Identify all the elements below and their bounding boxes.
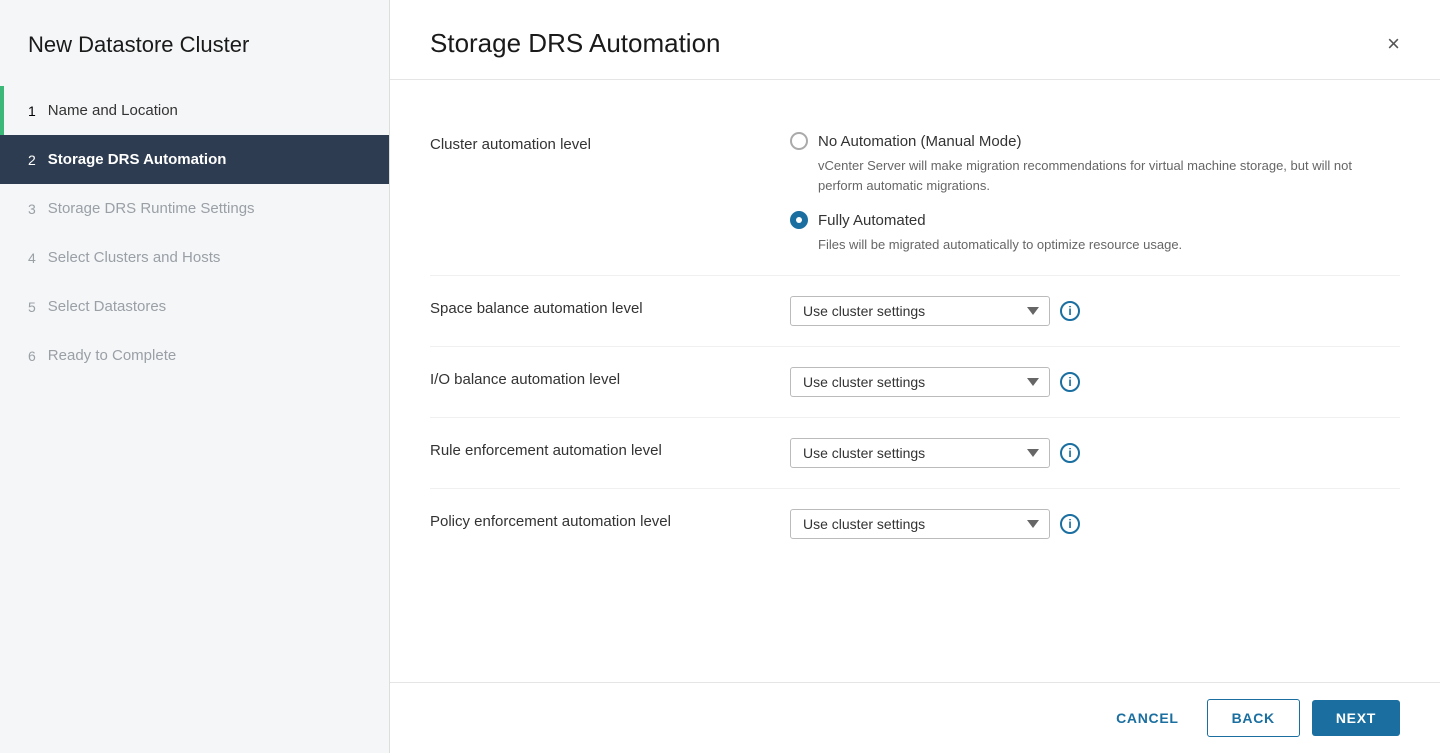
- radio-no-automation-desc: vCenter Server will make migration recom…: [818, 156, 1400, 195]
- rule-enforcement-control: Use cluster settings No Automation (Manu…: [790, 438, 1400, 468]
- rule-enforcement-select[interactable]: Use cluster settings No Automation (Manu…: [790, 438, 1050, 468]
- step-4-label: Select Clusters and Hosts: [48, 249, 221, 266]
- radio-label-row-fully-automated[interactable]: Fully Automated: [790, 211, 1400, 229]
- step-2-number: 2: [28, 152, 36, 168]
- step-5-label: Select Datastores: [48, 298, 166, 315]
- main-body: Cluster automation level No Automation (…: [390, 80, 1440, 682]
- step-active-indicator: [0, 86, 4, 135]
- step-2-label: Storage DRS Automation: [48, 151, 227, 168]
- rule-enforcement-label: Rule enforcement automation level: [430, 438, 790, 459]
- io-balance-select[interactable]: Use cluster settings No Automation (Manu…: [790, 367, 1050, 397]
- dialog: New Datastore Cluster 1 Name and Locatio…: [0, 0, 1440, 753]
- sidebar-title: New Datastore Cluster: [0, 0, 389, 86]
- sidebar-step-4[interactable]: 4 Select Clusters and Hosts: [0, 233, 389, 282]
- main-title: Storage DRS Automation: [430, 28, 721, 59]
- radio-option-no-automation: No Automation (Manual Mode) vCenter Serv…: [790, 132, 1400, 195]
- sidebar-step-2[interactable]: 2 Storage DRS Automation: [0, 135, 389, 184]
- cancel-button[interactable]: CANCEL: [1100, 700, 1195, 736]
- close-button[interactable]: ×: [1387, 33, 1400, 55]
- radio-fully-automated-desc: Files will be migrated automatically to …: [818, 235, 1400, 255]
- policy-enforcement-label: Policy enforcement automation level: [430, 509, 790, 530]
- step-1-label: Name and Location: [48, 102, 178, 119]
- radio-option-fully-automated: Fully Automated Files will be migrated a…: [790, 211, 1400, 255]
- step-5-number: 5: [28, 299, 36, 315]
- radio-fully-automated-label: Fully Automated: [818, 212, 926, 229]
- io-balance-label: I/O balance automation level: [430, 367, 790, 388]
- sidebar-step-1[interactable]: 1 Name and Location: [0, 86, 389, 135]
- cluster-automation-label: Cluster automation level: [430, 132, 790, 153]
- policy-enforcement-info-icon[interactable]: i: [1060, 514, 1080, 534]
- sidebar-step-6[interactable]: 6 Ready to Complete: [0, 331, 389, 380]
- rule-enforcement-row: Rule enforcement automation level Use cl…: [430, 418, 1400, 489]
- sidebar-step-5[interactable]: 5 Select Datastores: [0, 282, 389, 331]
- step-3-number: 3: [28, 201, 36, 217]
- space-balance-row: Space balance automation level Use clust…: [430, 276, 1400, 347]
- main-header: Storage DRS Automation ×: [390, 0, 1440, 80]
- next-button[interactable]: NEXT: [1312, 700, 1400, 736]
- main-footer: CANCEL BACK NEXT: [390, 682, 1440, 753]
- radio-no-automation[interactable]: [790, 132, 808, 150]
- radio-fully-automated[interactable]: [790, 211, 808, 229]
- space-balance-control: Use cluster settings No Automation (Manu…: [790, 296, 1400, 326]
- sidebar-step-3[interactable]: 3 Storage DRS Runtime Settings: [0, 184, 389, 233]
- main-panel: Storage DRS Automation × Cluster automat…: [390, 0, 1440, 753]
- sidebar: New Datastore Cluster 1 Name and Locatio…: [0, 0, 390, 753]
- space-balance-select[interactable]: Use cluster settings No Automation (Manu…: [790, 296, 1050, 326]
- io-balance-info-icon[interactable]: i: [1060, 372, 1080, 392]
- policy-enforcement-control: Use cluster settings No Automation (Manu…: [790, 509, 1400, 539]
- space-balance-label: Space balance automation level: [430, 296, 790, 317]
- step-6-number: 6: [28, 348, 36, 364]
- radio-no-automation-label: No Automation (Manual Mode): [818, 133, 1021, 150]
- step-1-number: 1: [28, 103, 36, 119]
- radio-label-row-no-automation[interactable]: No Automation (Manual Mode): [790, 132, 1400, 150]
- space-balance-info-icon[interactable]: i: [1060, 301, 1080, 321]
- policy-enforcement-select[interactable]: Use cluster settings No Automation (Manu…: [790, 509, 1050, 539]
- step-3-label: Storage DRS Runtime Settings: [48, 200, 255, 217]
- sidebar-steps: 1 Name and Location 2 Storage DRS Automa…: [0, 86, 389, 753]
- rule-enforcement-info-icon[interactable]: i: [1060, 443, 1080, 463]
- io-balance-row: I/O balance automation level Use cluster…: [430, 347, 1400, 418]
- step-6-label: Ready to Complete: [48, 347, 176, 364]
- back-button[interactable]: BACK: [1207, 699, 1300, 737]
- policy-enforcement-row: Policy enforcement automation level Use …: [430, 489, 1400, 559]
- radio-group: No Automation (Manual Mode) vCenter Serv…: [790, 132, 1400, 255]
- io-balance-control: Use cluster settings No Automation (Manu…: [790, 367, 1400, 397]
- cluster-automation-control: No Automation (Manual Mode) vCenter Serv…: [790, 132, 1400, 255]
- step-4-number: 4: [28, 250, 36, 266]
- cluster-automation-row: Cluster automation level No Automation (…: [430, 112, 1400, 276]
